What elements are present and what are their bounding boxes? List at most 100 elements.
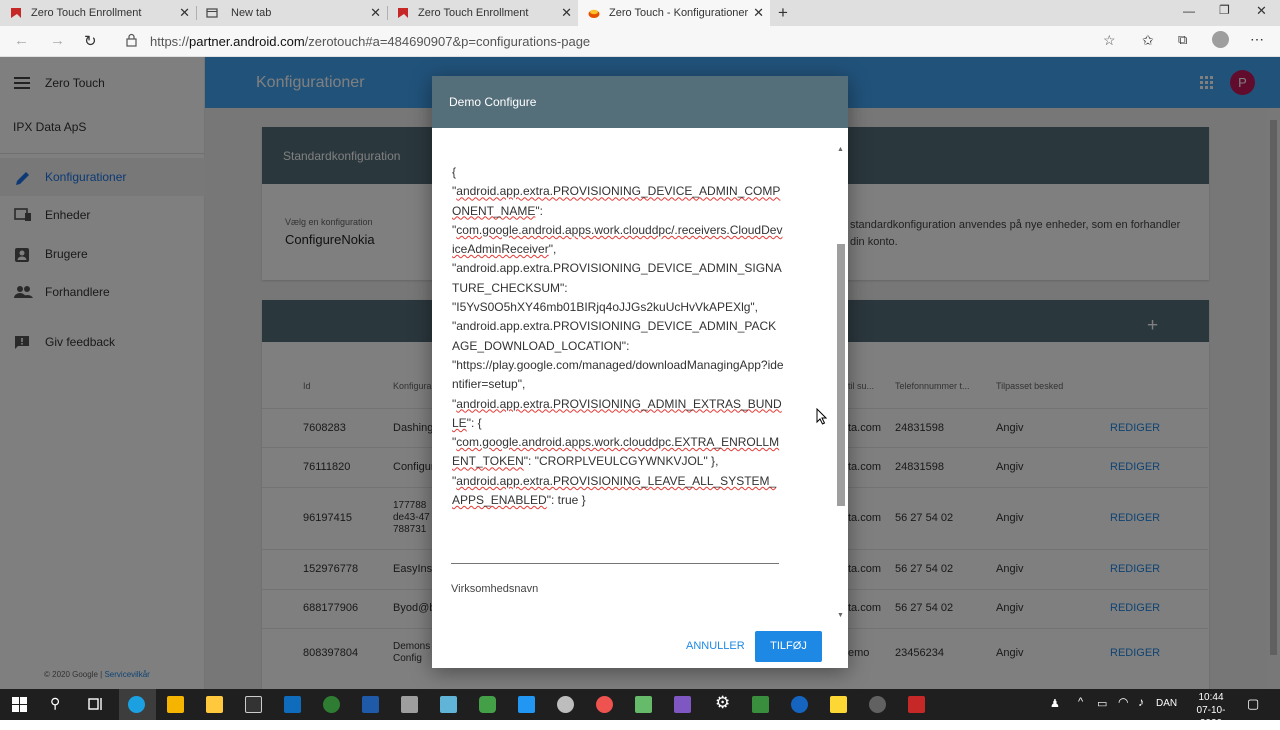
excel-icon[interactable] (752, 696, 769, 713)
network-wifi-icon[interactable]: ◠ (1118, 695, 1128, 709)
notifications-icon[interactable]: ▢ (1247, 696, 1259, 712)
lock-icon (126, 33, 137, 52)
more-menu-icon[interactable]: ⋯ (1250, 31, 1264, 48)
favorite-star-icon[interactable]: ☆ (1103, 32, 1116, 49)
close-tab-icon[interactable]: ✕ (370, 5, 381, 21)
cancel-button[interactable]: ANNULLER (686, 640, 745, 652)
json-line: "I5YvS0O5hXY46mb01BIRjq4oJJGs2kuUcHvVkAP… (452, 300, 758, 315)
scroll-down-arrow-icon[interactable]: ▼ (837, 612, 844, 619)
store-icon[interactable] (167, 696, 184, 713)
url-host: partner.android.com (189, 34, 305, 49)
outlook-icon[interactable] (284, 696, 301, 713)
people-tray-icon[interactable]: ♟ (1050, 697, 1060, 710)
url-prefix: https:// (150, 34, 190, 49)
app-icon[interactable] (557, 696, 574, 713)
scroll-up-arrow-icon[interactable]: ▲ (837, 146, 844, 153)
clock-date: 07-10-2020 (1196, 705, 1226, 729)
dialog-title: Demo Configure (432, 76, 848, 128)
browser-tab[interactable]: Zero Touch Enrollment ✕ (387, 0, 578, 26)
clock-time: 10:44 (1198, 692, 1224, 703)
json-line: "com.google.android.apps.work.clouddpc/.… (452, 223, 782, 256)
restore-icon[interactable]: ❐ (1219, 3, 1230, 17)
search-icon[interactable]: ⚲ (50, 695, 60, 712)
browser-tab-active[interactable]: Zero Touch - Konfigurationer ✕ (578, 0, 770, 26)
maps-icon[interactable] (791, 696, 808, 713)
app-icon[interactable] (869, 696, 886, 713)
json-line: "android.app.extra.PROVISIONING_ADMIN_EX… (452, 397, 782, 430)
show-hidden-icons-icon[interactable]: ^ (1078, 696, 1083, 708)
url-field[interactable]: https://partner.android.com/zerotouch#a=… (150, 34, 590, 49)
json-line: "android.app.extra.PROVISIONING_DEVICE_A… (452, 319, 777, 353)
visual-studio-icon[interactable] (674, 696, 691, 713)
close-tab-icon[interactable]: ✕ (561, 5, 572, 21)
remote-desktop-icon[interactable] (401, 696, 418, 713)
json-text: ": "CRORPLVEULCGYWNKVJOL" }, (523, 454, 719, 469)
minimize-icon[interactable]: — (1183, 4, 1195, 18)
json-brace: { (452, 165, 457, 179)
edge-browser-icon[interactable] (128, 696, 145, 713)
crm-app-icon[interactable] (323, 696, 340, 713)
zero-touch-app-icon[interactable] (908, 696, 925, 713)
clock[interactable]: 10:44 07-10-2020 (1186, 691, 1236, 730)
browser-tab-bar: Zero Touch Enrollment ✕ New tab ✕ Zero T… (0, 0, 1280, 26)
url-path: /zerotouch#a=484690907&p=configurations-… (304, 34, 591, 49)
json-line: "https://play.google.com/managed/downloa… (452, 357, 784, 392)
vscode-icon[interactable] (518, 696, 535, 713)
company-name-label: Virksomhedsnavn (451, 583, 539, 595)
address-bar: ← → ↻ https://partner.android.com/zeroto… (0, 26, 1280, 57)
dialog-scrollbar-thumb[interactable] (837, 244, 845, 506)
zero-touch-favicon-icon (397, 7, 409, 19)
json-line: "android.app.extra.PROVISIONING_DEVICE_A… (452, 184, 780, 217)
json-misspelled-text: android.app.extra.PROVISIONING_LEAVE_ALL… (452, 473, 777, 508)
refresh-icon[interactable]: ↻ (84, 32, 97, 50)
zero-touch-favicon-icon (10, 7, 22, 19)
json-misspelled-text: android.app.extra.PROVISIONING_DEVICE_AD… (452, 184, 781, 218)
json-text: ": { (466, 415, 482, 430)
new-tab-button[interactable]: + (778, 3, 788, 23)
json-text: ": true } (546, 493, 586, 508)
window-close-icon[interactable]: ✕ (1256, 3, 1267, 19)
app-icon[interactable] (596, 696, 613, 713)
new-tab-favicon-icon (206, 7, 218, 19)
sticky-notes-icon[interactable] (830, 696, 847, 713)
file-explorer-icon[interactable] (206, 696, 223, 713)
textarea-underline (451, 563, 779, 564)
tab-title: Zero Touch Enrollment (31, 7, 142, 19)
browser-tab[interactable]: New tab ✕ (196, 0, 387, 26)
json-line: "android.app.extra.PROVISIONING_LEAVE_AL… (452, 474, 776, 507)
json-misspelled-text: android.app.extra.PROVISIONING_ADMIN_EXT… (452, 396, 782, 430)
mouse-cursor-icon (816, 407, 828, 430)
json-text: ": (535, 203, 543, 218)
close-tab-icon[interactable]: ✕ (179, 5, 190, 21)
close-tab-icon[interactable]: ✕ (753, 5, 764, 21)
terminal-icon[interactable] (245, 696, 262, 713)
tab-title: New tab (231, 7, 272, 19)
battery-icon[interactable]: ▭ (1097, 697, 1107, 710)
task-view-icon[interactable] (88, 697, 103, 716)
partner-favicon-icon (588, 7, 600, 19)
json-misspelled-text: com.google.android.apps.work.clouddpc/.r… (452, 222, 783, 257)
json-text: ", (548, 242, 557, 257)
config-json-textarea[interactable]: { "android.app.extra.PROVISIONING_DEVICE… (452, 163, 784, 510)
app-icon[interactable] (635, 696, 652, 713)
configure-dialog: Demo Configure { "android.app.extra.PROV… (432, 76, 848, 668)
add-button[interactable]: TILFØJ (755, 631, 822, 662)
json-line: "com.google.android.apps.work.clouddpc.E… (452, 435, 779, 468)
profile-icon[interactable] (1212, 31, 1229, 48)
tab-title: Zero Touch - Konfigurationer (609, 7, 749, 19)
azure-storage-icon[interactable] (440, 696, 457, 713)
powershell-icon[interactable] (362, 696, 379, 713)
collections-icon[interactable]: ⧉ (1178, 32, 1187, 48)
favorites-list-icon[interactable]: ✩ (1142, 32, 1154, 49)
tab-title: Zero Touch Enrollment (418, 7, 529, 19)
volume-icon[interactable]: ♪ (1138, 695, 1144, 709)
language-indicator[interactable]: DAN (1156, 698, 1177, 709)
windows-start-icon[interactable] (12, 697, 27, 717)
json-line: "android.app.extra.PROVISIONING_DEVICE_A… (452, 261, 782, 295)
app-icon[interactable] (479, 696, 496, 713)
back-arrow-icon[interactable]: ← (14, 32, 29, 49)
forward-arrow-icon[interactable]: → (50, 32, 65, 49)
windows-taskbar: ⚲ ⚙ ♟ ^ ▭ ◠ ♪ DAN 10:44 07-10-2020 ▢ (0, 689, 1280, 729)
browser-tab[interactable]: Zero Touch Enrollment ✕ (0, 0, 196, 26)
settings-gear-icon[interactable]: ⚙ (715, 693, 730, 713)
